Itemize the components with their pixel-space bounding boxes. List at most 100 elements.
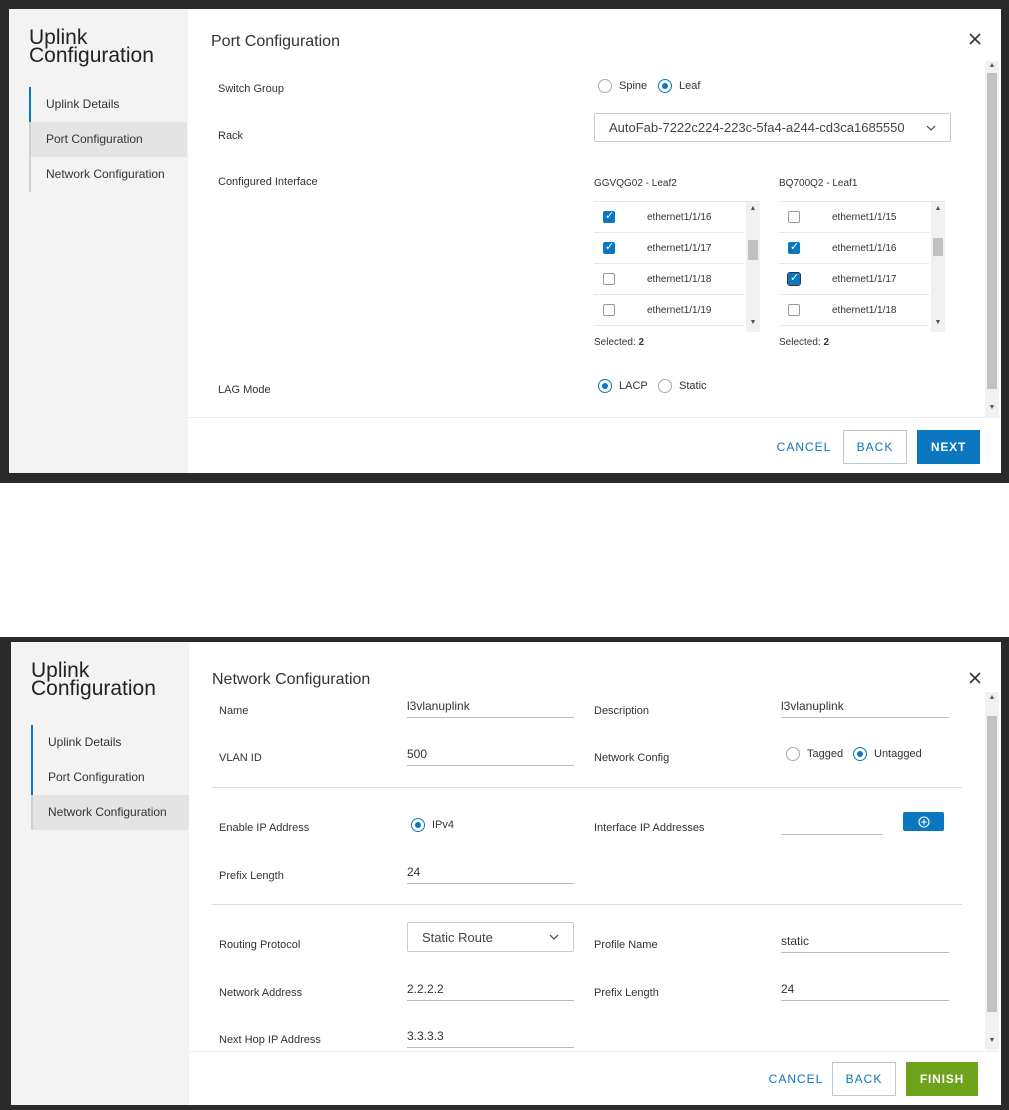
wizard-steps: Uplink Details Port Configuration Networ… [31,725,189,830]
radio-label: LACP [619,380,648,392]
next-button[interactable]: NEXT [917,430,980,464]
cancel-button[interactable]: CANCEL [766,1062,826,1096]
switch-group-label: Switch Group [218,83,285,95]
list-item[interactable]: ethernet1/1/17 [779,264,929,295]
step-network-configuration[interactable]: Network Configuration [31,157,187,192]
wizard-sidebar: Uplink Configuration Uplink Details Port… [9,9,188,473]
network-address-input[interactable]: 2.2.2.2 [407,982,574,1001]
footer-divider [189,1051,1001,1052]
back-button[interactable]: BACK [843,430,907,464]
sidebar-title-text: Uplink Configuration [29,26,154,67]
prefix-length-label: Prefix Length [219,870,284,882]
vlan-id-input[interactable]: 500 [407,747,574,766]
radio-label: Tagged [807,748,844,760]
port-configuration-dialog: Uplink Configuration Uplink Details Port… [0,0,1009,483]
scrollbar-thumb[interactable] [987,73,997,389]
list-scrollbar[interactable]: ▲ ▼ [931,202,945,332]
radio-static[interactable]: Static [658,379,707,393]
step-label: Uplink Details [48,735,122,749]
selected-count: Selected: 2 [594,337,644,348]
list-item[interactable]: ethernet1/1/18 [779,295,929,326]
radio-untagged[interactable]: Untagged [853,747,922,761]
routing-protocol-label: Routing Protocol [219,939,301,951]
scroll-up-icon[interactable]: ▲ [985,694,999,701]
scrollbar-thumb[interactable] [987,716,997,1012]
interface-ip-label: Interface IP Addresses [594,822,705,834]
interface-checkbox[interactable] [603,273,615,285]
scrollbar-thumb[interactable] [933,238,943,256]
scrollbar-thumb[interactable] [748,240,758,260]
next-hop-input[interactable]: 3.3.3.3 [407,1029,574,1048]
routing-protocol-value: Static Route [422,929,493,945]
rack-select[interactable]: AutoFab-7222c224-223c-5fa4-a244-cd3ca168… [594,113,951,142]
interface-checkbox[interactable] [788,240,800,254]
next-hop-label: Next Hop IP Address [219,1034,321,1046]
scroll-up-icon[interactable]: ▲ [931,205,945,212]
step-network-configuration[interactable]: Network Configuration [33,795,189,830]
list-scrollbar[interactable]: ▲ ▼ [746,202,760,332]
network-configuration-dialog: Uplink Configuration Uplink Details Port… [0,637,1009,1110]
name-input[interactable]: l3vlanuplink [407,699,574,718]
rack-label: Rack [218,130,244,142]
radio-spine[interactable]: Spine [598,79,647,93]
scroll-up-icon[interactable]: ▲ [985,62,999,69]
section-divider [212,904,962,905]
list-item[interactable]: ethernet1/1/15 [779,202,929,233]
radio-leaf[interactable]: Leaf [658,79,700,93]
step-port-configuration[interactable]: Port Configuration [31,760,189,795]
cancel-button[interactable]: CANCEL [773,430,835,464]
prefix-length-input[interactable]: 24 [407,865,574,884]
network-address-label: Network Address [219,987,303,999]
plus-circle-icon [917,815,930,828]
list-item[interactable]: ethernet1/1/16 [594,202,744,233]
scroll-down-icon[interactable]: ▼ [931,319,945,326]
sidebar-title: Uplink Configuration [29,26,154,67]
interface-checkbox[interactable] [603,209,615,223]
close-icon[interactable] [967,670,983,686]
interface-checkbox[interactable] [788,211,800,223]
radio-ipv4[interactable]: IPv4 [411,818,454,832]
route-prefix-length-input[interactable]: 24 [781,982,949,1001]
description-input[interactable]: l3vlanuplink [781,699,949,718]
list-item[interactable]: ethernet1/1/18 [594,264,744,295]
routing-protocol-select[interactable]: Static Route [407,922,574,952]
radio-lacp[interactable]: LACP [598,379,648,393]
scroll-down-icon[interactable]: ▼ [985,1037,999,1044]
interface-ip-input[interactable] [781,817,883,835]
scroll-down-icon[interactable]: ▼ [746,319,760,326]
radio-circle [786,747,800,761]
radio-circle [411,818,425,832]
interface-checkbox[interactable] [603,240,615,254]
wizard-content: Port Configuration ▲ ▼ Switch Group Spin… [188,9,1001,473]
wizard-content: Network Configuration ▲ ▼ Name l3vlanupl… [189,642,1001,1105]
interface-checkbox[interactable] [787,271,801,286]
network-config-label: Network Config [594,752,670,764]
add-ip-button[interactable] [903,812,944,831]
finish-button[interactable]: FINISH [906,1062,978,1096]
back-button[interactable]: BACK [832,1062,896,1096]
interface-checkbox[interactable] [788,304,800,316]
list-item[interactable]: ethernet1/1/16 [779,233,929,264]
step-uplink-details[interactable]: Uplink Details [29,87,187,122]
content-scrollbar[interactable]: ▲ ▼ [985,61,999,417]
step-uplink-details[interactable]: Uplink Details [31,725,189,760]
interface-name: ethernet1/1/16 [647,212,712,223]
step-port-configuration[interactable]: Port Configuration [31,122,187,157]
list-item[interactable]: ethernet1/1/17 [594,233,744,264]
scroll-down-icon[interactable]: ▼ [985,404,999,411]
sidebar-title-text: Uplink Configuration [31,659,156,700]
lag-mode-label: LAG Mode [218,384,271,396]
selected-label: Selected: [594,337,636,348]
radio-tagged[interactable]: Tagged [786,747,843,761]
scroll-up-icon[interactable]: ▲ [746,205,760,212]
radio-label: IPv4 [432,819,455,831]
interface-name: ethernet1/1/15 [832,212,897,223]
interface-name: ethernet1/1/17 [647,243,712,254]
selected-value: 2 [823,337,830,348]
list-item[interactable]: ethernet1/1/19 [594,295,744,326]
profile-name-input[interactable]: static [781,934,949,953]
content-scrollbar[interactable]: ▲ ▼ [985,692,999,1050]
close-icon[interactable] [967,31,983,47]
profile-name-label: Profile Name [594,939,658,951]
interface-checkbox[interactable] [603,304,615,316]
